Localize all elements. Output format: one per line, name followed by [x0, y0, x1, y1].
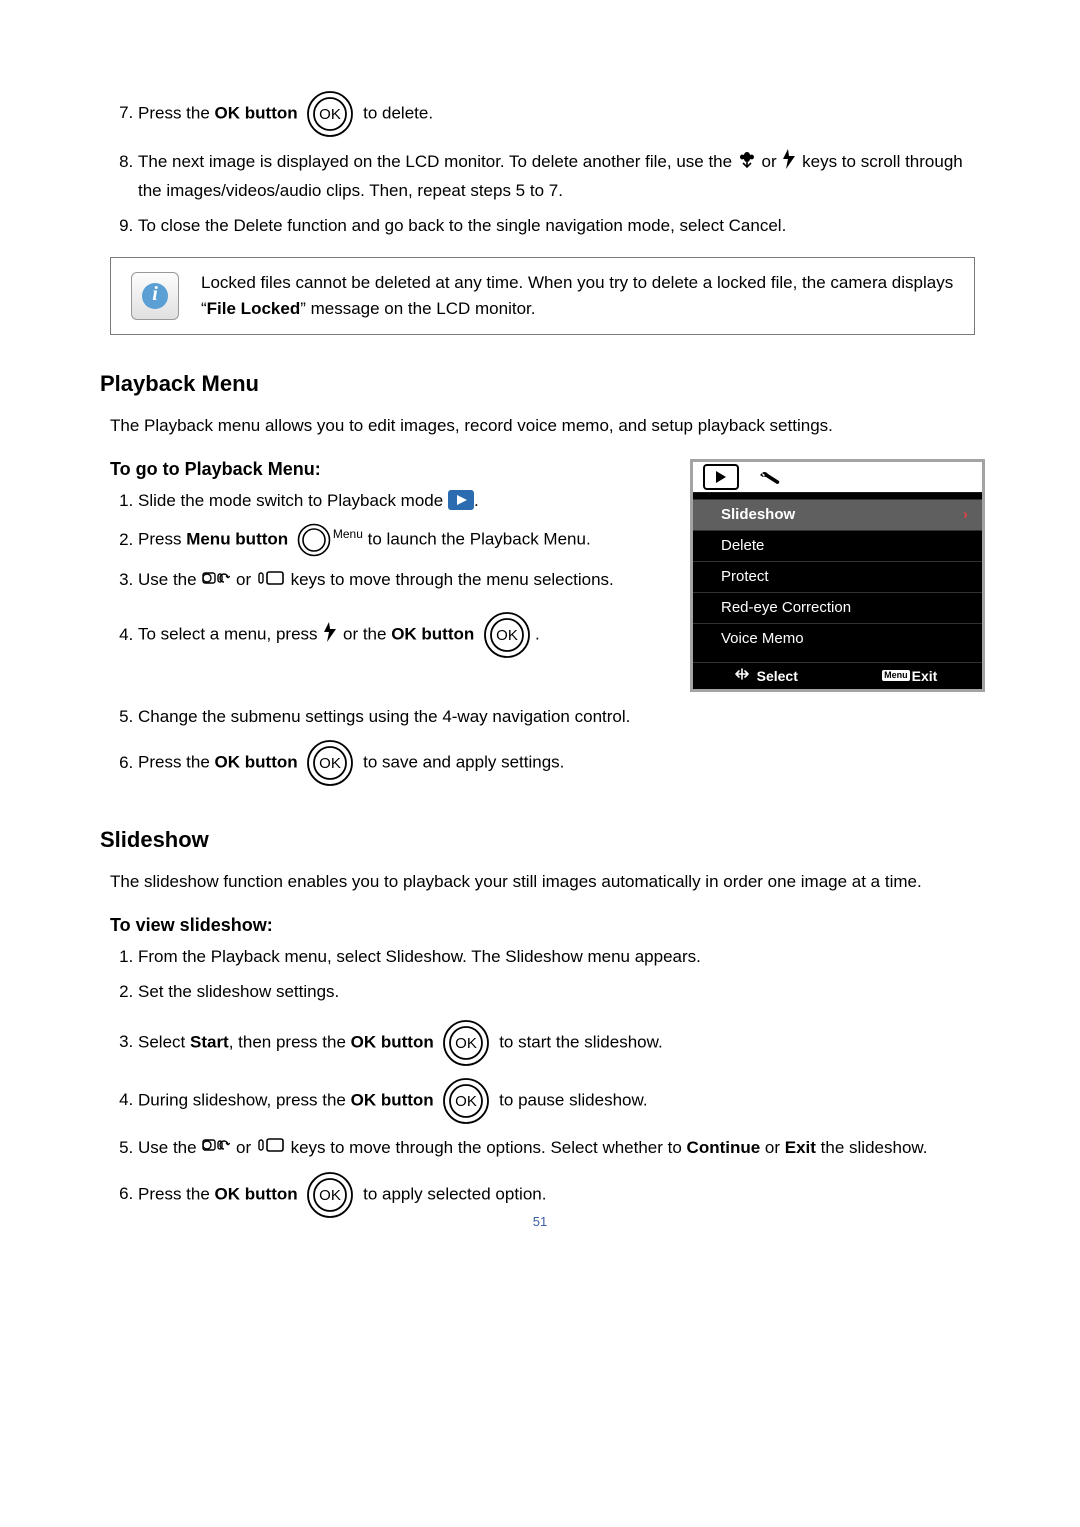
- step-9: To close the Delete function and go back…: [138, 213, 975, 239]
- camera-menu-screenshot: Slideshow › Delete Protect Red-eye Corre…: [690, 459, 985, 692]
- ss-step-4: During slideshow, press the OK button OK…: [138, 1077, 975, 1125]
- delete-steps-continued: Press the OK button OK to delete. The ne…: [110, 90, 975, 239]
- playback-tab-icon: [703, 464, 739, 490]
- macro-down-icon: [737, 149, 757, 177]
- ok-button-icon: OK: [442, 1077, 490, 1125]
- flash-right-icon: [322, 621, 338, 651]
- pb-step-2: Press Menu button Menu to launch the Pla…: [138, 523, 652, 557]
- ok-button-icon: OK: [306, 739, 354, 787]
- menu-label: Menu: [333, 527, 363, 541]
- to-view-heading: To view slideshow:: [110, 915, 975, 936]
- camera-row-delete: Delete: [693, 530, 982, 561]
- settings-tab-icon: [757, 467, 783, 487]
- ss-step-1: From the Playback menu, select Slideshow…: [138, 944, 975, 970]
- svg-text:OK: OK: [456, 1035, 478, 1052]
- svg-text:OK: OK: [320, 755, 342, 772]
- ok-button-icon: OK: [306, 90, 354, 138]
- step-8-prefix: The next image is displayed on the LCD m…: [138, 152, 737, 171]
- pb-step-3: Use the or keys to move through the menu…: [138, 567, 652, 593]
- step-8: The next image is displayed on the LCD m…: [138, 148, 975, 203]
- camera-row-redeye: Red-eye Correction: [693, 592, 982, 623]
- chevron-right-icon: ›: [963, 506, 968, 523]
- display-down-icon: [257, 1135, 285, 1161]
- playback-mode-icon: [448, 490, 474, 510]
- menu-button-icon: [297, 523, 331, 557]
- slideshow-steps: From the Playback menu, select Slideshow…: [110, 944, 975, 1219]
- playback-steps-cont: Change the submenu settings using the 4-…: [110, 704, 975, 788]
- menu-tag: Menu: [882, 670, 910, 681]
- playback-menu-intro: The Playback menu allows you to edit ima…: [110, 413, 975, 439]
- display-down-icon: [257, 568, 285, 594]
- ok-button-icon: OK: [442, 1019, 490, 1067]
- pb-step-4: To select a menu, press or the OK button…: [138, 611, 652, 659]
- svg-text:OK: OK: [456, 1093, 478, 1110]
- step-7-prefix: Press the: [138, 103, 215, 122]
- svg-text:OK: OK: [320, 106, 342, 123]
- info-icon: i: [131, 272, 179, 320]
- to-go-heading: To go to Playback Menu:: [110, 459, 652, 480]
- ss-step-6: Press the OK button OK to apply selected…: [138, 1171, 975, 1219]
- flash-right-icon: [781, 148, 797, 178]
- slideshow-heading: Slideshow: [100, 827, 975, 853]
- note-box: i Locked files cannot be deleted at any …: [110, 257, 975, 336]
- camera-row-slideshow: Slideshow ›: [693, 499, 982, 530]
- page-number: 51: [0, 1214, 1080, 1229]
- pb-step-1: Slide the mode switch to Playback mode .: [138, 488, 652, 514]
- playback-steps: Slide the mode switch to Playback mode .…: [110, 488, 652, 660]
- camera-tabs: [693, 462, 982, 492]
- focus-up-icon: [202, 1135, 230, 1161]
- note-text: Locked files cannot be deleted at any ti…: [201, 270, 954, 323]
- ss-step-2: Set the slideshow settings.: [138, 979, 975, 1005]
- camera-row-protect: Protect: [693, 561, 982, 592]
- step-8-mid: or: [757, 152, 782, 171]
- ok-button-icon: OK: [306, 1171, 354, 1219]
- focus-up-icon: [202, 568, 230, 594]
- step-7-suffix: to delete.: [363, 103, 433, 122]
- ss-step-3: Select Start, then press the OK button O…: [138, 1019, 975, 1067]
- playback-menu-heading: Playback Menu: [100, 371, 975, 397]
- ok-button-icon: OK: [483, 611, 531, 659]
- step-7-bold: OK button: [215, 103, 298, 122]
- camera-row-voicememo: Voice Memo: [693, 623, 982, 654]
- pb-step-6: Press the OK button OK to save and apply…: [138, 739, 975, 787]
- svg-text:OK: OK: [496, 627, 518, 644]
- ss-step-5: Use the or keys to move through the opti…: [138, 1135, 975, 1161]
- step-7: Press the OK button OK to delete.: [138, 90, 975, 138]
- pb-step-5: Change the submenu settings using the 4-…: [138, 704, 975, 730]
- slideshow-intro: The slideshow function enables you to pl…: [110, 869, 975, 895]
- svg-text:OK: OK: [320, 1187, 342, 1204]
- navigate-icon: [733, 667, 751, 684]
- camera-status-bar: Select Menu Exit: [693, 662, 982, 689]
